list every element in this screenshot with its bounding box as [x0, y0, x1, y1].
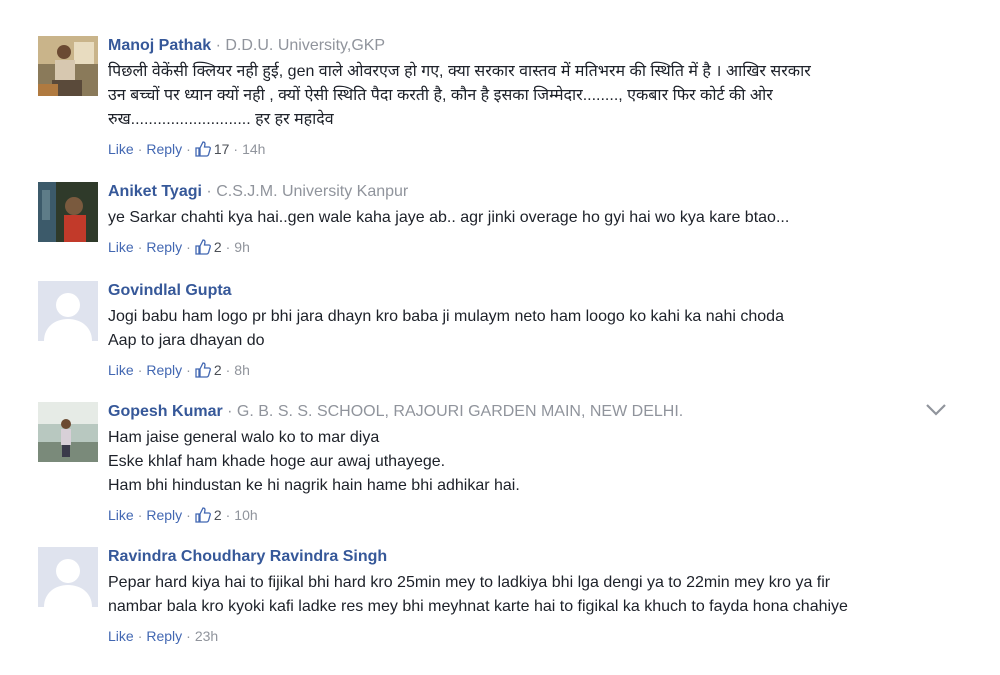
reply-button[interactable]: Reply — [146, 361, 182, 379]
comment-text: Ham jaise general walo ko to mar diya Es… — [108, 426, 948, 498]
default-avatar-icon[interactable] — [38, 281, 98, 341]
separator: · — [137, 141, 143, 157]
thumbs-up-icon — [195, 141, 211, 157]
separator: · — [225, 239, 231, 255]
separator: · — [137, 239, 143, 255]
like-count[interactable]: 2 — [195, 506, 222, 524]
comment-line: nambar bala kro kyoki kafi ladke res mey… — [108, 598, 848, 615]
timestamp[interactable]: 9h — [234, 238, 250, 256]
timestamp[interactable]: 14h — [242, 140, 265, 158]
like-button[interactable]: Like — [108, 140, 134, 158]
comment-line: Pepar hard kiya hai to fijikal bhi hard … — [108, 574, 831, 591]
avatar[interactable] — [38, 402, 98, 462]
author-affiliation: D.D.U. University,GKP — [225, 37, 386, 54]
like-count[interactable]: 17 — [195, 140, 230, 158]
like-button[interactable]: Like — [108, 361, 134, 379]
separator: · — [233, 141, 239, 157]
like-count[interactable]: 2 — [195, 361, 222, 379]
separator: · — [186, 141, 191, 157]
reply-button[interactable]: Reply — [146, 506, 182, 524]
like-count-value: 2 — [213, 362, 222, 378]
reply-button[interactable]: Reply — [146, 140, 182, 158]
author-affiliation: C.S.J.M. University Kanpur — [216, 183, 409, 200]
thumbs-up-icon — [195, 507, 211, 523]
comment-line: Ham jaise general walo ko to mar diya — [108, 429, 380, 446]
comment-text: पिछली वेकेंसी क्लियर नही हुई, gen वाले ओ… — [108, 60, 948, 132]
like-count[interactable]: 2 — [195, 238, 222, 256]
default-avatar-icon[interactable] — [38, 547, 98, 607]
like-count-value: 17 — [213, 141, 230, 157]
timestamp[interactable]: 23h — [195, 627, 218, 645]
thumbs-up-icon — [195, 239, 211, 255]
separator: · — [186, 628, 191, 644]
separator: · — [227, 403, 233, 420]
separator: · — [137, 362, 143, 378]
like-button[interactable]: Like — [108, 627, 134, 645]
separator: · — [186, 507, 191, 523]
like-count-value: 2 — [213, 507, 222, 523]
author-name[interactable]: Gopesh Kumar — [108, 403, 223, 420]
comment-text: Pepar hard kiya hai to fijikal bhi hard … — [108, 571, 948, 619]
comment-line: ye Sarkar chahti kya hai..gen wale kaha … — [108, 209, 790, 226]
like-button[interactable]: Like — [108, 506, 134, 524]
comment-line: Eske khlaf ham khade hoge aur awaj uthay… — [108, 453, 446, 470]
comment-line: Aap to jara dhayan do — [108, 332, 265, 349]
separator: · — [137, 628, 143, 644]
timestamp[interactable]: 10h — [234, 506, 257, 524]
separator: · — [225, 362, 231, 378]
separator: · — [206, 183, 212, 200]
author-name[interactable]: Govindlal Gupta — [108, 282, 232, 299]
comment-line: Jogi babu ham logo pr bhi jara dhayn kro… — [108, 308, 784, 325]
avatar[interactable] — [38, 182, 98, 242]
thumbs-up-icon — [195, 362, 211, 378]
separator: · — [225, 507, 231, 523]
comment-line: Ham bhi hindustan ke hi nagrik hain hame… — [108, 477, 520, 494]
comment-line: रुख........................... हर हर महा… — [108, 111, 334, 128]
comment-text: ye Sarkar chahti kya hai..gen wale kaha … — [108, 206, 948, 230]
author-name[interactable]: Aniket Tyagi — [108, 183, 202, 200]
comment-text: Jogi babu ham logo pr bhi jara dhayn kro… — [108, 305, 948, 353]
reply-button[interactable]: Reply — [146, 627, 182, 645]
separator: · — [215, 37, 221, 54]
avatar[interactable] — [38, 36, 98, 96]
author-affiliation: G. B. S. S. SCHOOL, RAJOURI GARDEN MAIN,… — [236, 403, 684, 420]
separator: · — [186, 239, 191, 255]
separator: · — [186, 362, 191, 378]
chevron-down-icon[interactable] — [925, 403, 947, 417]
separator: · — [137, 507, 143, 523]
reply-button[interactable]: Reply — [146, 238, 182, 256]
author-name[interactable]: Ravindra Choudhary Ravindra Singh — [108, 548, 387, 565]
like-count-value: 2 — [213, 239, 222, 255]
comment-line: उन बच्चों पर ध्यान क्यों नही , क्यों ऐसी… — [108, 87, 773, 104]
timestamp[interactable]: 8h — [234, 361, 250, 379]
comment-line: पिछली वेकेंसी क्लियर नही हुई, gen वाले ओ… — [108, 63, 811, 80]
like-button[interactable]: Like — [108, 238, 134, 256]
author-name[interactable]: Manoj Pathak — [108, 37, 211, 54]
